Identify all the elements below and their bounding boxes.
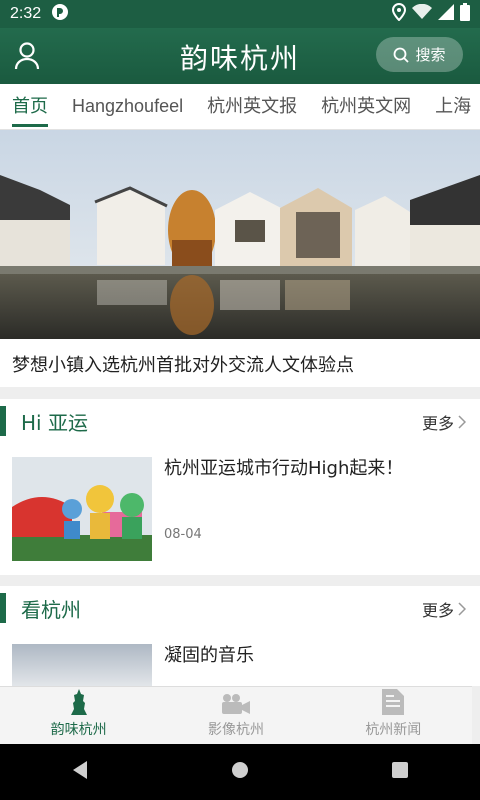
wifi-icon <box>412 3 432 24</box>
home-icon[interactable] <box>231 761 249 783</box>
search-icon <box>394 47 410 63</box>
document-icon <box>382 687 405 715</box>
more-button[interactable]: 更多 <box>422 597 466 621</box>
nav-item-yingxiang[interactable]: 影像杭州 <box>157 687 314 744</box>
tower-icon <box>70 687 87 715</box>
section-title: Hi 亚运 <box>21 411 88 435</box>
section-asian-games: Hi 亚运 更多 杭州亚运城市行动High起来！ 08-04 <box>0 399 480 575</box>
status-bar: 2:32 <box>0 0 480 28</box>
recents-icon[interactable] <box>391 761 409 783</box>
nav-label: 韵味杭州 <box>50 722 107 738</box>
battery-icon <box>460 3 470 25</box>
tab-hangzhoufeel[interactable]: Hangzhoufeel <box>60 84 195 129</box>
app-notification-icon <box>51 3 69 25</box>
signal-icon <box>438 4 454 24</box>
video-camera-icon <box>221 687 251 715</box>
section-title: 看杭州 <box>21 598 81 622</box>
nav-label: 杭州新闻 <box>365 722 422 738</box>
tab-english-paper[interactable]: 杭州英文报 <box>195 84 309 129</box>
section-header: 看杭州 更多 <box>0 586 480 630</box>
list-item[interactable]: 凝固的音乐 <box>0 630 480 686</box>
hero-banner[interactable] <box>0 130 480 339</box>
nav-item-yunwei[interactable]: 韵味杭州 <box>0 687 157 744</box>
tab-shanghai[interactable]: 上海 <box>423 84 480 129</box>
hero-image <box>0 130 480 339</box>
status-time: 2:32 <box>10 5 42 22</box>
search-button[interactable]: 搜索 <box>376 37 463 72</box>
chevron-right-icon <box>458 602 466 616</box>
more-label: 更多 <box>421 601 454 620</box>
section-accent-bar <box>0 406 6 436</box>
news-date: 08-04 <box>164 527 202 542</box>
more-label: 更多 <box>421 414 454 433</box>
back-icon[interactable] <box>71 760 89 784</box>
list-item[interactable]: 杭州亚运城市行动High起来！ 08-04 <box>0 443 480 563</box>
chevron-right-icon <box>458 415 466 429</box>
channel-tabs: 首页 Hangzhoufeel 杭州英文报 杭州英文网 上海 <box>0 84 480 130</box>
app-header: 韵味杭州 搜索 <box>0 28 480 84</box>
hero-caption[interactable]: 梦想小镇入选杭州首批对外交流人文体验点 <box>0 339 480 387</box>
news-title: 杭州亚运城市行动High起来！ <box>164 458 404 479</box>
tab-home[interactable]: 首页 <box>0 84 60 129</box>
news-thumbnail <box>12 644 152 686</box>
nav-item-news[interactable]: 杭州新闻 <box>315 687 472 744</box>
more-button[interactable]: 更多 <box>422 410 466 434</box>
nav-label: 影像杭州 <box>207 722 264 738</box>
system-navigation-bar <box>0 744 480 800</box>
location-icon <box>391 2 407 25</box>
section-header: Hi 亚运 更多 <box>0 399 480 443</box>
news-thumbnail <box>12 457 152 561</box>
tab-english-web[interactable]: 杭州英文网 <box>309 84 423 129</box>
bottom-navigation: 韵味杭州 影像杭州 杭州新闻 <box>0 686 472 744</box>
section-accent-bar <box>0 593 6 623</box>
news-title: 凝固的音乐 <box>164 645 254 666</box>
section-see-hangzhou: 看杭州 更多 凝固的音乐 <box>0 586 480 686</box>
search-label: 搜索 <box>415 46 446 64</box>
